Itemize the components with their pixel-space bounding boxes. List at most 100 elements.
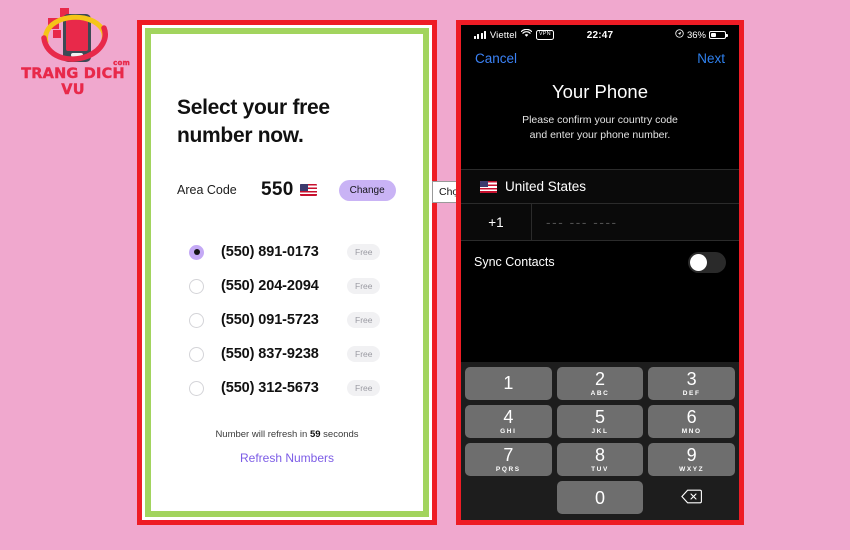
key-digit: 7 [503, 445, 514, 466]
status-badge: Free [347, 312, 381, 329]
subtitle-line-1: Please confirm your country code [522, 114, 678, 126]
phone-number-label: (550) 091-5723 [221, 312, 319, 329]
key-digit: 1 [503, 372, 514, 393]
keypad-row: 0 [465, 481, 735, 514]
logo-swoosh-icon [41, 14, 108, 62]
next-button[interactable]: Next [697, 51, 725, 66]
keypad-row: 4 GHI 5 JKL 6 MNO [465, 405, 736, 438]
list-item[interactable]: (550) 312-5673 Free [189, 371, 397, 405]
key-letters: TUV [591, 465, 609, 473]
key-blank [465, 481, 552, 514]
backspace-icon [681, 489, 703, 507]
battery-icon [709, 30, 728, 40]
toggle-knob [690, 253, 707, 271]
radio-button[interactable] [189, 312, 204, 328]
phone-page-title: Your Phone [551, 81, 648, 102]
us-flag-icon [480, 180, 497, 193]
backspace-key[interactable] [648, 481, 735, 514]
key-7[interactable]: 7 PQRS [465, 443, 552, 476]
phone-number-input-row[interactable]: +1 --- --- ---- [461, 204, 739, 242]
key-4[interactable]: 4 GHI [465, 405, 552, 438]
sync-contacts-label: Sync Contacts [474, 255, 555, 270]
change-area-code-button[interactable]: Change [338, 179, 396, 201]
key-digit: 0 [595, 487, 606, 508]
sync-contacts-row: Sync Contacts [461, 241, 739, 283]
radio-button[interactable] [189, 346, 204, 362]
area-code-value: 550 [261, 179, 294, 201]
key-digit: 8 [595, 445, 606, 466]
key-letters: MNO [681, 427, 702, 435]
list-item[interactable]: (550) 204-2094 Free [189, 269, 397, 303]
logo-brand-label: TRANG DICH VU [21, 66, 125, 98]
key-digit: 3 [686, 369, 697, 390]
list-item[interactable]: (550) 891-0173 Free [189, 235, 397, 269]
country-name-label: United States [505, 179, 587, 195]
radio-button[interactable] [189, 244, 204, 260]
number-selection-content: Select your free number now. Area Code 5… [151, 34, 478, 511]
area-code-label: Area Code [177, 183, 237, 198]
phone-screen: Viettel VPN 22:47 36% Cancel Next Your P… [461, 25, 739, 520]
key-digit: 2 [595, 369, 606, 390]
list-item[interactable]: (550) 091-5723 Free [189, 303, 397, 337]
area-code-row: Area Code 550 Change Chọn Se [177, 179, 478, 204]
status-badge: Free [347, 380, 381, 397]
key-3[interactable]: 3 DEF [648, 367, 736, 400]
location-arrow-icon [675, 29, 684, 41]
page-title: Select your free number now. [177, 96, 330, 147]
key-6[interactable]: 6 MNO [648, 405, 736, 438]
radio-button[interactable] [189, 380, 204, 396]
phone-number-label: (550) 837-9238 [221, 346, 319, 363]
phone-number-label: (550) 312-5673 [221, 380, 319, 397]
status-badge: Free [347, 244, 381, 261]
status-bar: Viettel VPN 22:47 36% [461, 25, 739, 45]
key-0[interactable]: 0 [556, 481, 644, 514]
refresh-numbers-link[interactable]: Refresh Numbers [177, 451, 397, 465]
country-selector-row[interactable]: United States [461, 169, 739, 205]
key-1[interactable]: 1 [465, 367, 552, 400]
battery-percent-label: 36% [686, 29, 706, 41]
key-letters: JKL [591, 427, 609, 435]
key-letters: PQRS [495, 465, 521, 473]
refresh-suffix: seconds [320, 429, 359, 441]
keypad-row: 7 PQRS 8 TUV 9 WXYZ [465, 443, 736, 476]
phone-number-label: (550) 891-0173 [221, 244, 319, 261]
radio-button[interactable] [189, 278, 204, 294]
status-badge: Free [347, 346, 381, 363]
cancel-button[interactable]: Cancel [475, 51, 517, 66]
list-item[interactable]: (550) 837-9238 Free [189, 337, 397, 371]
subtitle-line-2: and enter your phone number. [529, 129, 671, 142]
number-selection-inner-frame: Select your free number now. Area Code 5… [145, 28, 478, 517]
refresh-countdown-text: Number will refresh in 59 seconds [177, 429, 397, 440]
phone-number-list: (550) 891-0173 Free (550) 204-2094 Free … [177, 235, 397, 405]
key-digit: 9 [686, 445, 697, 466]
status-badge: Free [347, 278, 381, 295]
key-8[interactable]: 8 TUV [556, 443, 644, 476]
key-digit: 6 [686, 407, 697, 428]
country-code-field[interactable]: +1 [461, 204, 532, 241]
refresh-seconds: 59 [309, 429, 321, 441]
refresh-prefix: Number will refresh in [215, 429, 310, 441]
keypad-row: 1 2 ABC 3 DEF [465, 367, 736, 400]
logo-dotcom-label: com [113, 59, 130, 67]
nav-bar: Cancel Next [461, 45, 739, 71]
key-letters: WXYZ [679, 465, 705, 473]
phone-page-subtitle: Please confirm your country code and ent… [461, 113, 739, 143]
key-2[interactable]: 2 ABC [556, 367, 644, 400]
site-logo: TRANG DICH VU com [14, 8, 132, 98]
key-letters: GHI [500, 427, 517, 435]
numeric-keypad: 1 2 ABC 3 DEF 4 GHI 5 JKL 6 MNO 7 PQRS 8… [461, 362, 739, 520]
key-letters: ABC [590, 389, 610, 397]
logo-mark [41, 8, 108, 66]
status-bar-right: 36% [675, 29, 728, 41]
us-flag-icon [299, 184, 317, 197]
key-letters: DEF [682, 389, 701, 397]
number-selection-panel: Select your free number now. Area Code 5… [137, 20, 478, 525]
key-5[interactable]: 5 JKL [556, 405, 644, 438]
key-digit: 4 [503, 407, 514, 428]
phone-number-label: (550) 204-2094 [221, 278, 319, 295]
phone-number-input[interactable]: --- --- ---- [532, 204, 739, 240]
iphone-screenshot-panel: Viettel VPN 22:47 36% Cancel Next Your P… [456, 20, 744, 525]
logo-brand-text: TRANG DICH VU com [14, 59, 132, 98]
sync-contacts-toggle[interactable] [688, 251, 726, 273]
key-9[interactable]: 9 WXYZ [648, 443, 736, 476]
